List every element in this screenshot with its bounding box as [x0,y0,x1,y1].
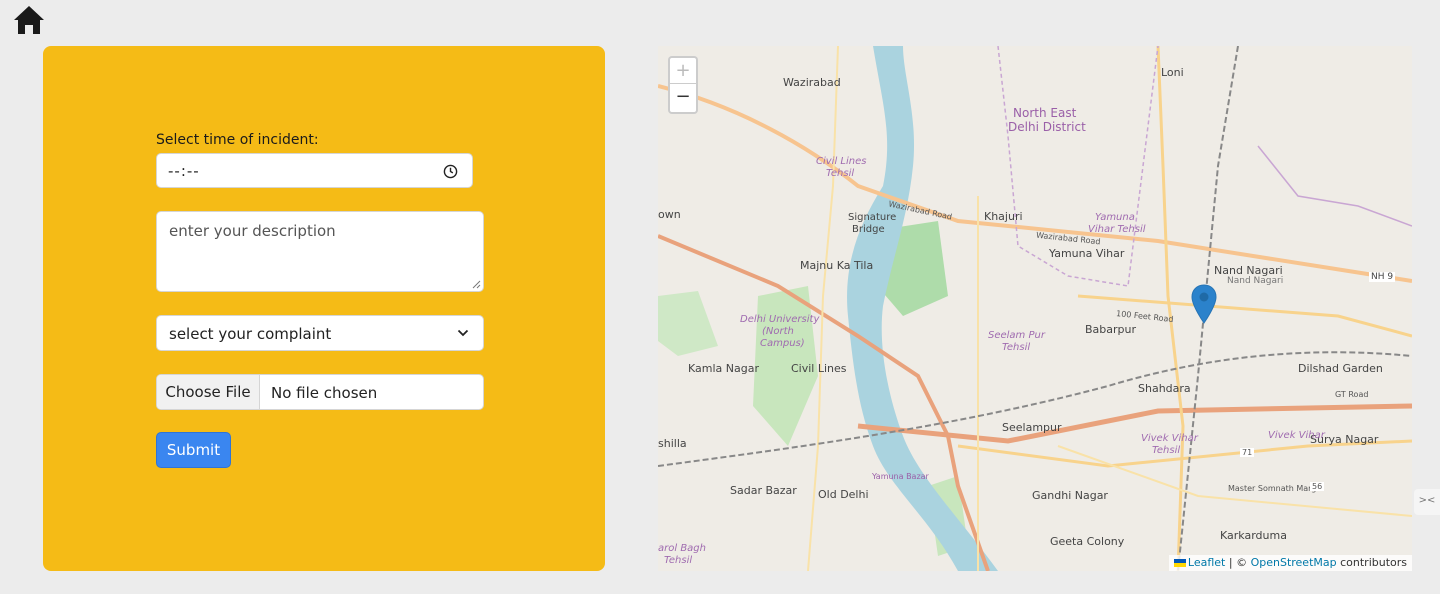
time-value: --:-- [168,162,200,180]
map-label-signature-2: Bridge [852,224,885,235]
complaint-select-value: select your complaint [169,325,332,343]
map-label-yamuna-bazar: Yamuna Bazar [872,472,929,481]
map-label-seelam-pur-tehsil-1: Seelam Pur [988,330,1045,341]
osm-link[interactable]: OpenStreetMap [1251,556,1337,569]
chevron-down-icon [457,329,469,337]
choose-file-button[interactable]: Choose File [157,375,260,409]
map-label-karol-bagh-1: arol Bagh [658,543,706,554]
zoom-control: + − [668,56,698,114]
complaint-form-panel: Select time of incident: --:-- enter you… [43,46,605,571]
leaflet-link[interactable]: Leaflet [1188,556,1225,569]
map-label-sadar-bazar: Sadar Bazar [730,484,797,497]
map-label-nh9: NH 9 [1369,272,1396,282]
description-textarea[interactable]: enter your description [156,211,484,292]
map-label-n56: 56 [1310,482,1325,491]
time-input[interactable]: --:-- [156,153,473,188]
submit-button[interactable]: Submit [156,432,231,468]
map-label-karkarduma: Karkarduma [1220,529,1287,542]
resize-grip-icon[interactable] [472,280,481,289]
map-label-nand-nagari-small: Nand Nagari [1227,276,1284,286]
zoom-out-button[interactable]: − [670,84,696,110]
map-label-north-east-2: Delhi District [1008,120,1086,134]
complaint-form: Select time of incident: --:-- enter you… [156,131,484,468]
map-label-signature-1: Signature [848,212,897,223]
map-label-seelam-pur-tehsil-2: Tehsil [1002,342,1031,353]
map-label-geeta-colony: Geeta Colony [1050,535,1125,548]
map-label-vivek-vihar-tehsil-1: Vivek Vihar [1141,433,1198,444]
map-label-old-delhi: Old Delhi [818,488,869,501]
map-label-shahdara: Shahdara [1138,382,1191,395]
map-label-yamuna-vihar: Yamuna Vihar [1049,247,1125,260]
map-label-own: own [658,208,681,221]
map-label-karol-bagh-2: Tehsil [664,555,693,566]
map-label-vivek-vihar: Vivek Vihar [1268,430,1325,441]
side-tab-toggle[interactable]: >< [1414,489,1440,515]
map-label-yamuna-vihar-tehsil-2: Vihar Tehsil [1088,224,1146,235]
file-status: No file chosen [271,384,378,402]
map-label-n71: 71 [1240,448,1255,457]
map-label-gandhi-nagar: Gandhi Nagar [1032,489,1108,502]
map-label-loni: Loni [1161,66,1184,79]
map-marker-icon[interactable] [1191,284,1217,324]
clock-icon[interactable] [443,164,458,179]
zoom-in-button[interactable]: + [670,58,696,84]
map-label-hilla: shilla [658,437,687,450]
map-label-babarpur: Babarpur [1085,323,1137,336]
attribution-suffix: contributors [1336,556,1407,569]
attribution-separator: | © [1225,556,1251,569]
map-label-civil-lines: Civil Lines [791,362,847,375]
map-label-delhi-university-3: Campus) [760,338,805,349]
map-label-dilshad-garden: Dilshad Garden [1298,362,1383,375]
map-label-yamuna-vihar-tehsil-1: Yamuna [1095,212,1135,223]
map-label-master-somnath: Master Somnath Marg [1228,484,1317,493]
map-label-gt-road: GT Road [1335,390,1369,399]
map-label-kamla-nagar: Kamla Nagar [688,362,759,375]
map-attribution: Leaflet | © OpenStreetMap contributors [1168,555,1412,571]
complaint-select[interactable]: select your complaint [156,315,484,351]
map-label-civil-lines-tehsil-2: Tehsil [826,168,855,179]
map-label-delhi-university-1: Delhi University [740,314,820,325]
map-label-civil-lines-tehsil-1: Civil Lines [816,156,867,167]
home-icon[interactable] [12,4,46,36]
description-placeholder: enter your description [169,222,336,240]
map-label-majnu: Majnu Ka Tila [800,259,874,272]
map[interactable]: Wazirabad Loni North East Delhi District… [658,46,1412,571]
map-label-north-east-1: North East [1013,106,1077,120]
map-label-wazirabad: Wazirabad [783,76,841,89]
ukraine-flag-icon [1173,559,1186,567]
map-label-vivek-vihar-tehsil-2: Tehsil [1152,445,1181,456]
file-input[interactable]: Choose File No file chosen [156,374,484,410]
map-label-delhi-university-2: (North [762,326,794,337]
map-label-khajuri: Khajuri [984,210,1023,223]
map-label-seelampur: Seelampur [1002,421,1062,434]
time-label: Select time of incident: [156,132,319,148]
